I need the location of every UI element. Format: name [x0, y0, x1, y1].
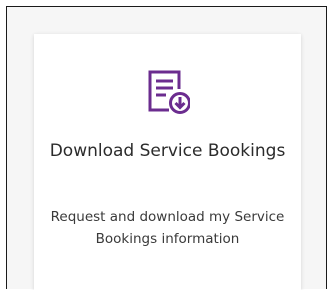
document-download-icon: [148, 70, 190, 114]
card-title: Download Service Bookings: [49, 141, 286, 161]
card-description: Request and download my Service Bookings…: [50, 209, 285, 247]
download-service-bookings-card[interactable]: Download Service Bookings Request and do…: [34, 34, 301, 290]
card-container: Download Service Bookings Request and do…: [6, 6, 327, 290]
